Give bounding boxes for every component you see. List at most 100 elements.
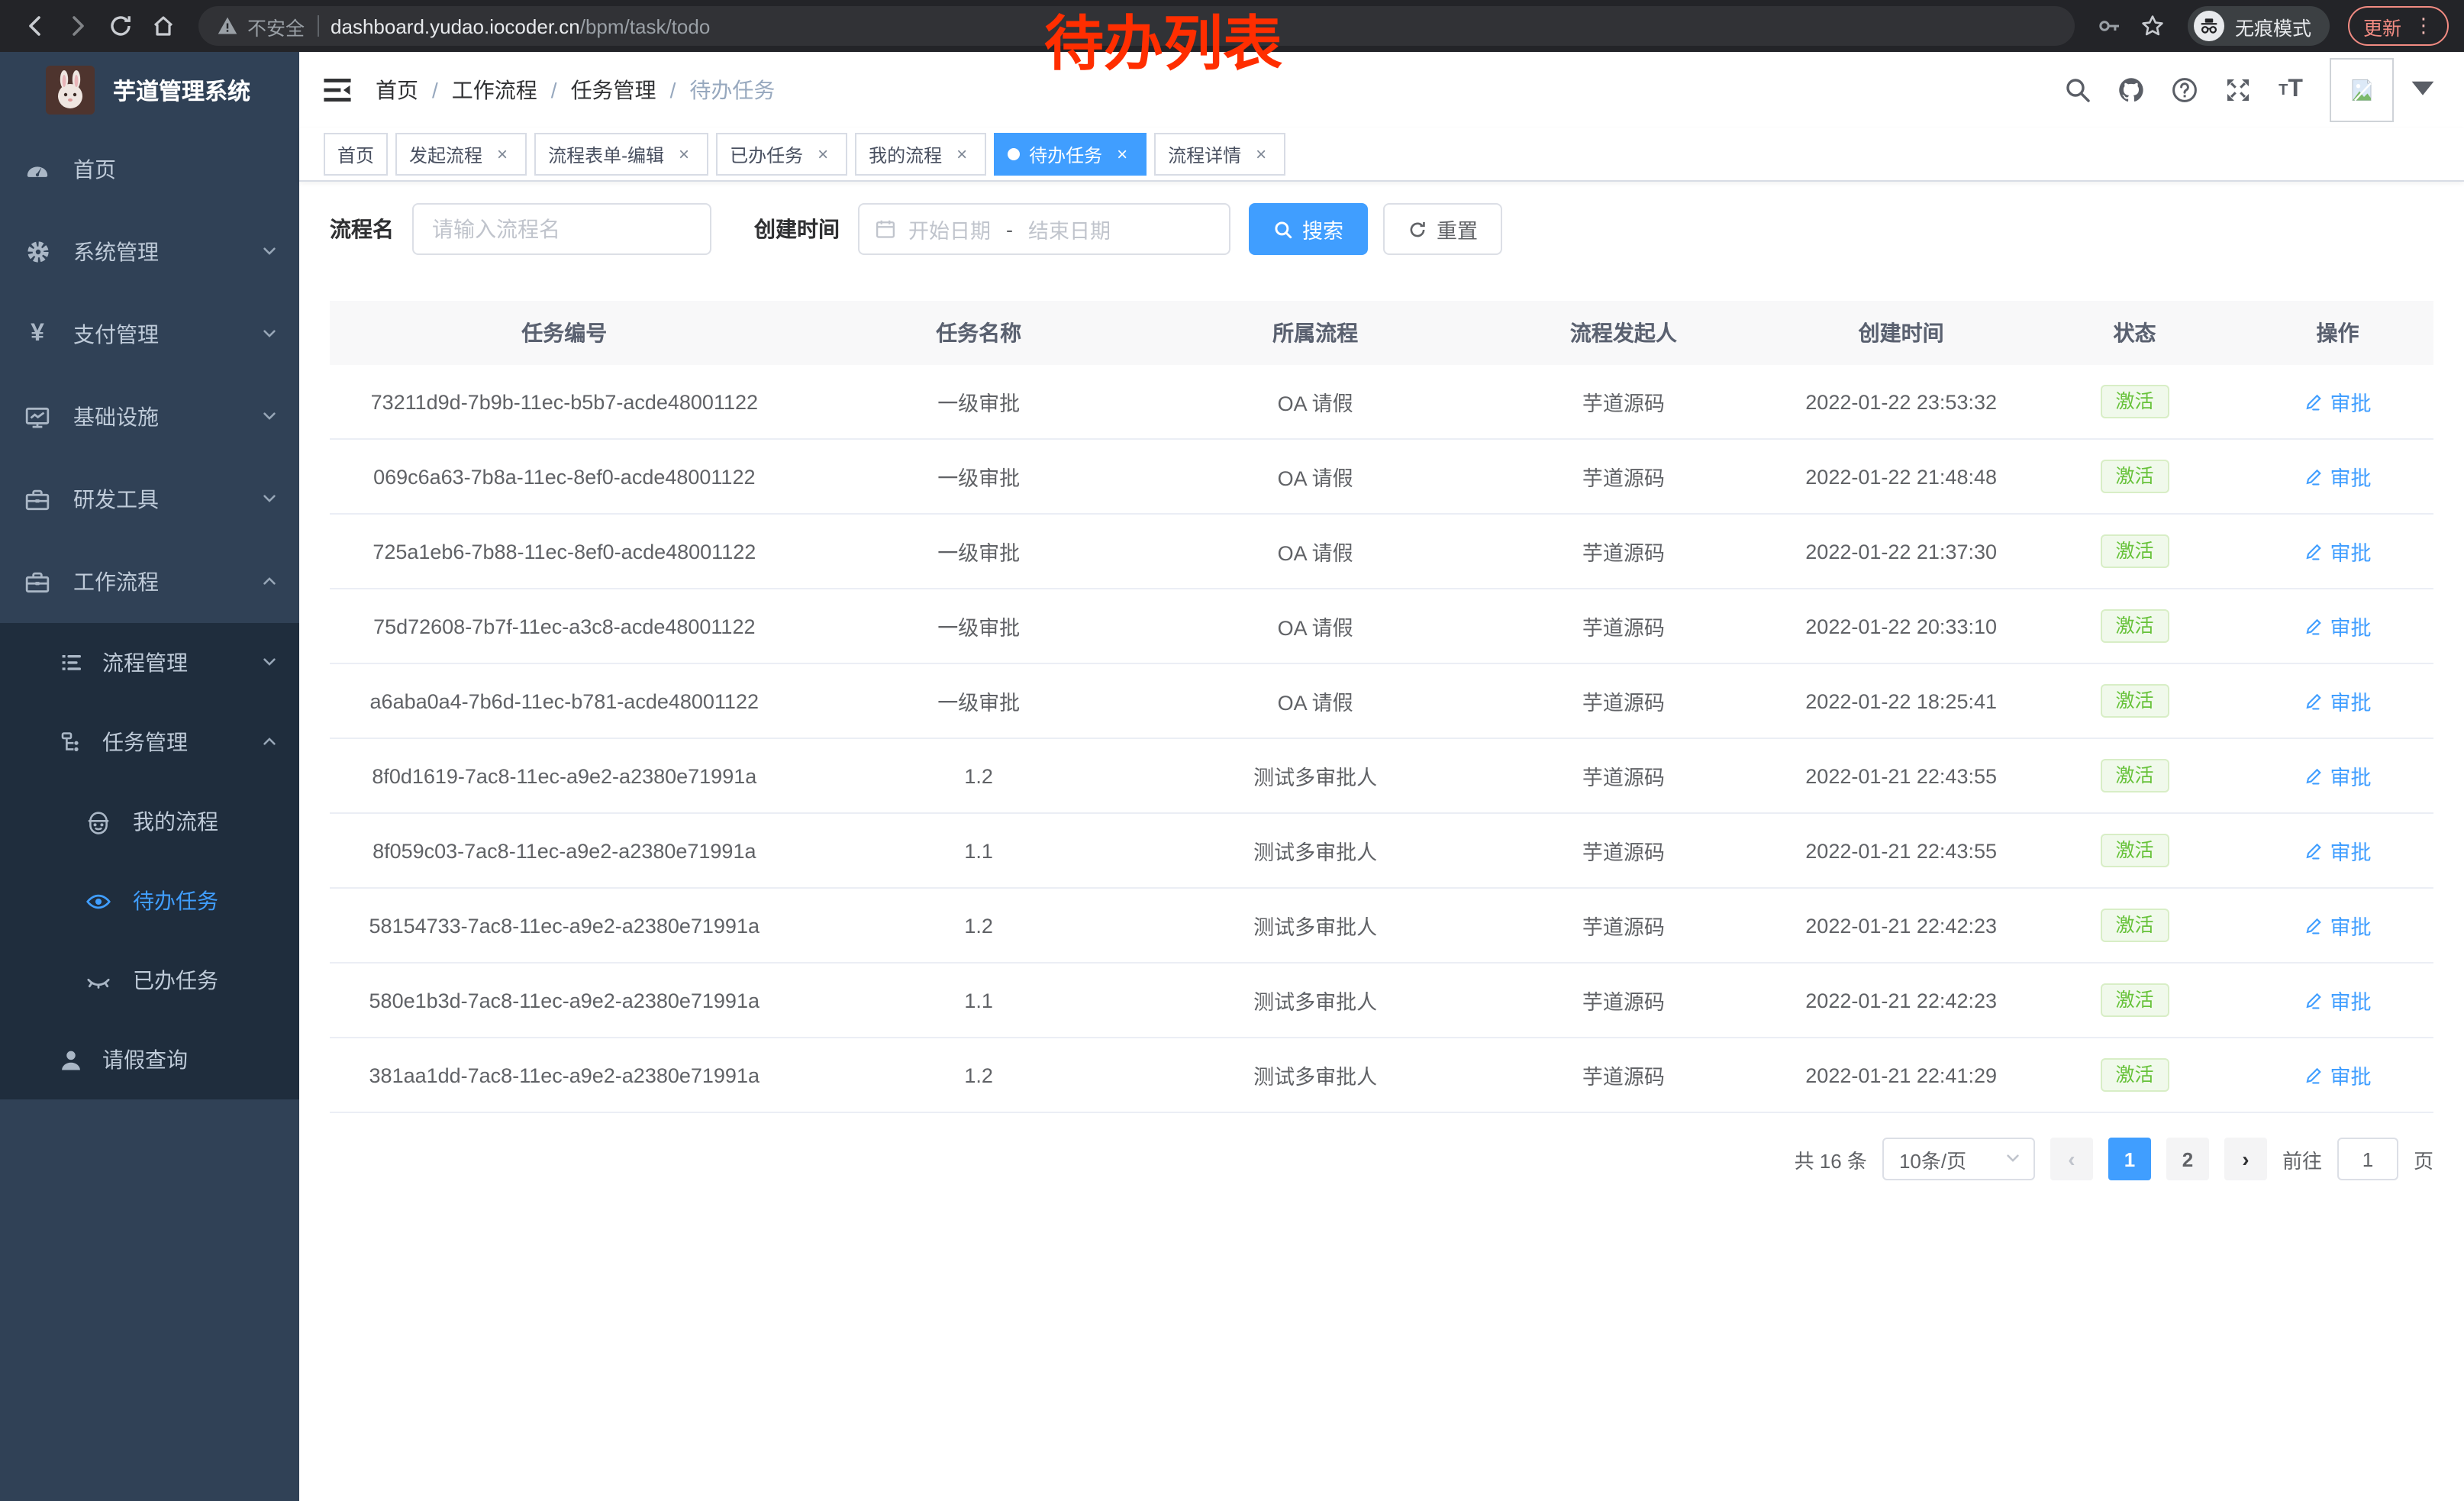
pencil-icon: [2304, 691, 2324, 711]
sidebar: 芋道管理系统 首页系统管理¥支付管理基础设施研发工具工作流程流程管理任务管理我的…: [0, 52, 299, 1501]
page-content: 流程名 创建时间 开始日期 - 结束日期 搜索 重: [299, 182, 2464, 1501]
tab-close-icon[interactable]: ×: [1111, 144, 1133, 165]
pencil-icon: [2304, 616, 2324, 636]
reset-button[interactable]: 重置: [1383, 203, 1502, 255]
fullscreen-icon[interactable]: [2223, 76, 2252, 105]
approve-link[interactable]: 审批: [2304, 910, 2371, 941]
github-icon[interactable]: [2116, 76, 2145, 105]
approve-link[interactable]: 审批: [2304, 985, 2371, 1015]
sidebar-collapse-icon[interactable]: [321, 73, 354, 107]
security-status[interactable]: 不安全: [217, 11, 305, 40]
cell-id: a6aba0a4-7b6d-11ec-b781-acde48001122: [330, 689, 799, 712]
password-key-icon[interactable]: [2090, 6, 2130, 46]
cell-id: 73211d9d-7b9b-11ec-b5b7-acde48001122: [330, 390, 799, 413]
address-bar[interactable]: 不安全 dashboard.yudao.iocoder.cn/bpm/task/…: [198, 6, 2075, 46]
tab-close-icon[interactable]: ×: [812, 144, 834, 165]
breadcrumb-separator: /: [551, 78, 557, 102]
browser-home-icon[interactable]: [144, 6, 183, 46]
pencil-icon: [2304, 915, 2324, 935]
cell-process: 测试多审批人: [1159, 835, 1472, 866]
sidebar-item-请假查询[interactable]: 请假查询: [0, 1020, 299, 1099]
cell-name: 1.2: [799, 764, 1159, 787]
tab-我的流程[interactable]: 我的流程 ×: [855, 133, 986, 176]
search-button[interactable]: 搜索: [1249, 203, 1368, 255]
page-button-1[interactable]: 1: [2108, 1138, 2151, 1180]
cell-starter: 芋道源码: [1472, 536, 1775, 567]
sidebar-item-流程管理[interactable]: 流程管理: [0, 623, 299, 702]
approve-link-label: 审批: [2330, 686, 2371, 716]
page-button-2[interactable]: 2: [2166, 1138, 2209, 1180]
app-logo: [46, 66, 95, 115]
date-end-placeholder: 结束日期: [1028, 214, 1111, 244]
app-logo-row[interactable]: 芋道管理系统: [0, 52, 299, 128]
tab-close-icon[interactable]: ×: [951, 144, 972, 165]
help-icon[interactable]: [2169, 76, 2198, 105]
browser-menu-dots-icon[interactable]: ⋮: [2414, 14, 2433, 38]
tab-close-icon[interactable]: ×: [673, 144, 695, 165]
submenu-工作流程: 流程管理任务管理我的流程待办任务已办任务请假查询: [0, 623, 299, 1099]
sidebar-item-支付管理[interactable]: ¥支付管理: [0, 293, 299, 376]
sidebar-item-工作流程[interactable]: 工作流程: [0, 541, 299, 623]
breadcrumb-item-首页[interactable]: 首页: [376, 75, 418, 105]
goto-page-input[interactable]: [2337, 1138, 2398, 1180]
tab-label: 我的流程: [869, 141, 942, 167]
chevron-up-icon: [261, 730, 278, 754]
breadcrumb-separator: /: [432, 78, 438, 102]
cell-actions: 审批: [2242, 985, 2433, 1015]
approve-link[interactable]: 审批: [2304, 686, 2371, 716]
avatar-caret-icon[interactable]: [2409, 73, 2437, 108]
active-tab-dot: [1008, 148, 1020, 160]
sidebar-item-我的流程[interactable]: 我的流程: [0, 782, 299, 861]
approve-link[interactable]: 审批: [2304, 536, 2371, 567]
table-row: 73211d9d-7b9b-11ec-b5b7-acde48001122一级审批…: [330, 365, 2433, 438]
prev-page-button[interactable]: ‹: [2050, 1138, 2093, 1180]
cell-process: OA 请假: [1159, 461, 1472, 492]
approve-link[interactable]: 审批: [2304, 461, 2371, 492]
sidebar-item-系统管理[interactable]: 系统管理: [0, 211, 299, 293]
tab-待办任务[interactable]: 待办任务×: [994, 133, 1147, 176]
process-name-input[interactable]: [412, 203, 711, 255]
next-page-button[interactable]: ›: [2224, 1138, 2267, 1180]
breadcrumb-item-工作流程[interactable]: 工作流程: [452, 75, 537, 105]
approve-link[interactable]: 审批: [2304, 386, 2371, 417]
app-title: 芋道管理系统: [113, 74, 250, 106]
cell-starter: 芋道源码: [1472, 386, 1775, 417]
tab-已办任务[interactable]: 已办任务×: [716, 133, 847, 176]
tab-发起流程[interactable]: 发起流程×: [395, 133, 527, 176]
approve-link[interactable]: 审批: [2304, 1060, 2371, 1090]
sidebar-item-研发工具[interactable]: 研发工具: [0, 458, 299, 541]
tab-首页[interactable]: 首页: [324, 133, 388, 176]
sidebar-item-已办任务[interactable]: 已办任务: [0, 941, 299, 1020]
bookmark-star-icon[interactable]: [2133, 6, 2172, 46]
chevron-down-icon: [261, 650, 278, 675]
sidebar-item-任务管理[interactable]: 任务管理: [0, 702, 299, 782]
sidebar-item-待办任务[interactable]: 待办任务: [0, 861, 299, 941]
cell-status: 激活: [2027, 385, 2242, 419]
browser-forward-icon[interactable]: [58, 6, 98, 46]
cell-starter: 芋道源码: [1472, 461, 1775, 492]
sidebar-item-基础设施[interactable]: 基础设施: [0, 376, 299, 458]
date-range-picker[interactable]: 开始日期 - 结束日期: [858, 203, 1230, 255]
avatar[interactable]: [2330, 58, 2394, 122]
approve-link[interactable]: 审批: [2304, 611, 2371, 641]
approve-link-label: 审批: [2330, 835, 2371, 866]
sidebar-item-首页[interactable]: 首页: [0, 128, 299, 211]
approve-link[interactable]: 审批: [2304, 835, 2371, 866]
search-icon[interactable]: [2062, 76, 2091, 105]
browser-update-button[interactable]: 更新 ⋮: [2348, 6, 2449, 46]
cell-status: 激活: [2027, 759, 2242, 793]
font-size-icon[interactable]: TT: [2276, 76, 2305, 105]
cell-time: 2022-01-22 21:48:48: [1775, 465, 2027, 488]
browser-reload-icon[interactable]: [101, 6, 140, 46]
pagination: 共 16 条10条/页‹12›前往页: [330, 1138, 2433, 1180]
cell-name: 一级审批: [799, 686, 1159, 716]
tab-close-icon[interactable]: ×: [1250, 144, 1272, 165]
page-size-select[interactable]: 10条/页: [1882, 1138, 2035, 1180]
tab-流程表单-编辑[interactable]: 流程表单-编辑×: [534, 133, 708, 176]
browser-back-icon[interactable]: [15, 6, 55, 46]
breadcrumb-item-任务管理[interactable]: 任务管理: [571, 75, 656, 105]
approve-link[interactable]: 审批: [2304, 760, 2371, 791]
tab-close-icon[interactable]: ×: [492, 144, 513, 165]
create-time-label: 创建时间: [754, 214, 840, 244]
tab-流程详情[interactable]: 流程详情×: [1154, 133, 1285, 176]
